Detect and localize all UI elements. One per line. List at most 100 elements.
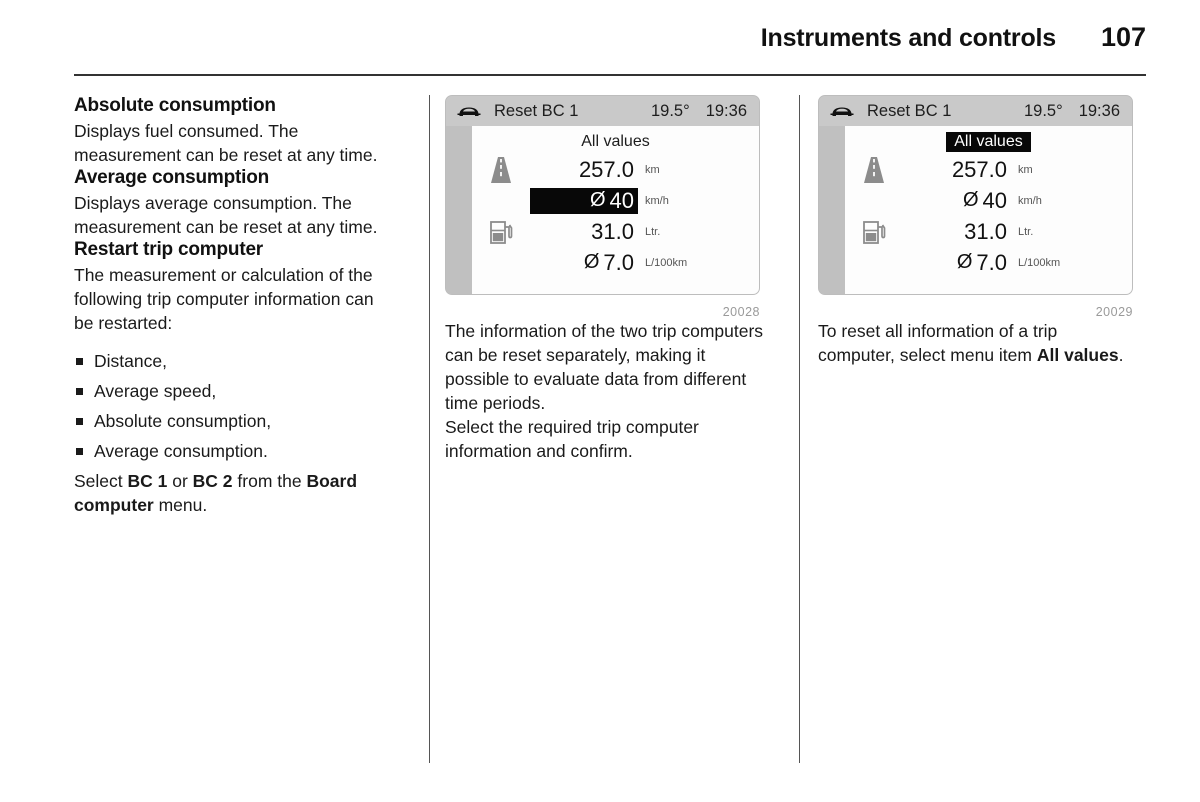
display-value-fuel-used-2: 31.0 bbox=[903, 219, 1011, 245]
value-number: 7.0 bbox=[603, 249, 634, 275]
display-value-distance-1: 257.0 bbox=[530, 157, 638, 183]
menu-title-row-2: All values bbox=[845, 126, 1132, 152]
right-text-part2: . bbox=[1118, 345, 1124, 365]
closing-text-part4: menu. bbox=[153, 495, 208, 515]
instrument-display-1: Reset BC 1 19.5° 19:36 All values 257.0 … bbox=[445, 95, 760, 295]
avg-symbol: Ø bbox=[962, 189, 979, 211]
column-divider-left bbox=[429, 95, 430, 763]
avg-symbol: Ø bbox=[956, 251, 973, 273]
car-icon bbox=[830, 107, 854, 116]
display-temperature-2: 19.5° bbox=[1023, 101, 1063, 120]
display-row-avg-consumption-1[interactable]: Ø 7.0 L/100km bbox=[472, 247, 759, 278]
display-scroll-sidebar-1[interactable] bbox=[446, 126, 472, 294]
display-unit-fuel-used-1: Ltr. bbox=[645, 225, 661, 238]
display-value-avg-consumption-1: Ø 7.0 bbox=[530, 250, 638, 276]
value-number: 257.0 bbox=[578, 156, 634, 182]
avg-symbol: Ø bbox=[589, 189, 606, 211]
middle-paragraph-2: Select the required trip computer inform… bbox=[445, 417, 699, 461]
road-icon-cell-1 bbox=[472, 155, 530, 185]
road-icon bbox=[864, 156, 884, 183]
list-item: Absolute consumption, bbox=[74, 409, 394, 433]
section-heading-average-consumption: Average consumption bbox=[74, 167, 270, 188]
page-number: 107 bbox=[1100, 22, 1146, 52]
display-value-avg-speed-1: Ø 40 bbox=[530, 187, 638, 214]
list-item: Average consumption. bbox=[74, 439, 394, 463]
display-row-avg-consumption-2[interactable]: Ø 7.0 L/100km bbox=[845, 247, 1132, 278]
right-bold-all-values: All values bbox=[1036, 345, 1119, 365]
display-unit-avg-speed-2: km/h bbox=[1018, 194, 1042, 207]
header-rule bbox=[74, 74, 1146, 76]
value-number: 31.0 bbox=[591, 218, 634, 244]
display-unit-distance-1: km bbox=[645, 163, 660, 176]
middle-column: Reset BC 1 19.5° 19:36 All values 257.0 … bbox=[445, 95, 765, 463]
display-unit-avg-consumption-2: L/100km bbox=[1018, 256, 1061, 269]
display-temperature-1: 19.5° bbox=[650, 101, 690, 120]
left-column: Absolute consumption Displays fuel consu… bbox=[74, 95, 394, 517]
value-number: 7.0 bbox=[976, 249, 1007, 275]
display-value-distance-2: 257.0 bbox=[903, 157, 1011, 183]
figure-20029: Reset BC 1 19.5° 19:36 All values 257.0 … bbox=[818, 95, 1138, 319]
right-column: Reset BC 1 19.5° 19:36 All values 257.0 … bbox=[818, 95, 1138, 367]
value-number: 40 bbox=[982, 187, 1007, 213]
value-number: 257.0 bbox=[951, 156, 1007, 182]
display-row-distance-2[interactable]: 257.0 km bbox=[845, 154, 1132, 185]
value-number: 31.0 bbox=[964, 218, 1007, 244]
road-icon bbox=[491, 156, 511, 183]
display-row-avg-speed-2[interactable]: Ø 40 km/h bbox=[845, 185, 1132, 216]
restart-bullet-list: Distance, Average speed, Absolute consum… bbox=[74, 349, 394, 463]
section-text-absolute-consumption: Displays fuel consumed. The measurement … bbox=[74, 121, 378, 165]
display-row-distance-1[interactable]: 257.0 km bbox=[472, 154, 759, 185]
fuel-icon-cell-1 bbox=[472, 218, 530, 246]
display-content-1: All values 257.0 km Ø 40 km/h 31.0 Ltr. … bbox=[472, 126, 759, 294]
display-content-2: All values 257.0 km Ø 40 km/h 31.0 Ltr. … bbox=[845, 126, 1132, 294]
display-clock-1: 19:36 bbox=[705, 101, 747, 120]
closing-text-part2: or bbox=[167, 471, 193, 491]
right-text-part1: To reset all information of a trip compu… bbox=[818, 321, 1058, 365]
page-title: Instruments and controls bbox=[760, 24, 1056, 52]
avg-symbol: Ø bbox=[583, 251, 600, 273]
closing-bold-bc1: BC 1 bbox=[127, 471, 168, 491]
display-header-bar: Reset BC 1 19.5° 19:36 bbox=[446, 96, 759, 126]
display-value-avg-consumption-2: Ø 7.0 bbox=[903, 250, 1011, 276]
section-heading-restart-trip-computer: Restart trip computer bbox=[74, 239, 264, 260]
fuel-pump-icon bbox=[490, 220, 513, 244]
menu-title-row-1: All values bbox=[472, 126, 759, 152]
car-icon bbox=[457, 107, 481, 116]
list-item: Average speed, bbox=[74, 379, 394, 403]
display-value-avg-speed-2: Ø 40 bbox=[903, 188, 1011, 214]
display-body-2: All values 257.0 km Ø 40 km/h 31.0 Ltr. … bbox=[819, 126, 1132, 294]
road-icon-cell-2 bbox=[845, 155, 903, 185]
page-header: Instruments and controls 107 bbox=[74, 22, 1146, 53]
figure-caption-20028: 20028 bbox=[722, 305, 760, 319]
display-clock-2: 19:36 bbox=[1078, 101, 1120, 120]
closing-text-part1: Select bbox=[74, 471, 128, 491]
display-value-rows-1: 257.0 km Ø 40 km/h 31.0 Ltr. Ø 7.0 L/100… bbox=[472, 154, 759, 278]
section-text-average-consumption: Displays average consumption. The measur… bbox=[74, 193, 378, 237]
closing-bold-bc2: BC 2 bbox=[192, 471, 233, 491]
display-scroll-sidebar-2[interactable] bbox=[819, 126, 845, 294]
figure-caption-20029: 20029 bbox=[1095, 305, 1133, 319]
restart-closing-text: Select BC 1 or BC 2 from the Board compu… bbox=[74, 469, 394, 517]
display-header-bar-2: Reset BC 1 19.5° 19:36 bbox=[819, 96, 1132, 126]
figure-20028: Reset BC 1 19.5° 19:36 All values 257.0 … bbox=[445, 95, 765, 319]
column-divider-right bbox=[799, 95, 800, 763]
closing-text-part3: from the bbox=[232, 471, 307, 491]
list-item: Distance, bbox=[74, 349, 394, 373]
restart-intro-text: The measurement or calculation of the fo… bbox=[74, 265, 374, 333]
instrument-display-2: Reset BC 1 19.5° 19:36 All values 257.0 … bbox=[818, 95, 1133, 295]
display-row-avg-speed-1[interactable]: Ø 40 km/h bbox=[472, 185, 759, 216]
content-columns: Absolute consumption Displays fuel consu… bbox=[0, 95, 1200, 765]
display-row-fuel-used-1[interactable]: 31.0 Ltr. bbox=[472, 216, 759, 247]
value-number: 40 bbox=[609, 187, 634, 213]
display-value-fuel-used-1: 31.0 bbox=[530, 219, 638, 245]
display-title-2: Reset BC 1 bbox=[867, 101, 952, 120]
display-row-fuel-used-2[interactable]: 31.0 Ltr. bbox=[845, 216, 1132, 247]
menu-item-all-values-2[interactable]: All values bbox=[946, 132, 1031, 152]
display-value-rows-2: 257.0 km Ø 40 km/h 31.0 Ltr. Ø 7.0 L/100… bbox=[845, 154, 1132, 278]
menu-item-all-values-1[interactable]: All values bbox=[573, 132, 657, 152]
display-unit-avg-speed-1: km/h bbox=[645, 194, 669, 207]
middle-paragraph-1: The information of the two trip computer… bbox=[445, 321, 764, 413]
display-title-1: Reset BC 1 bbox=[494, 101, 579, 120]
display-unit-avg-consumption-1: L/100km bbox=[645, 256, 688, 269]
display-unit-distance-2: km bbox=[1018, 163, 1033, 176]
